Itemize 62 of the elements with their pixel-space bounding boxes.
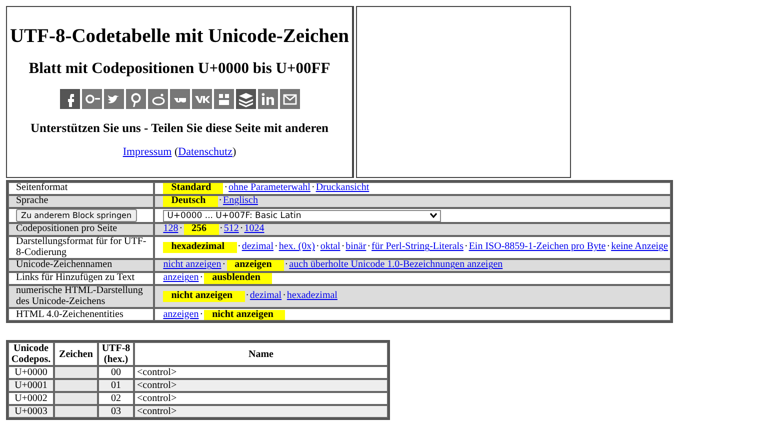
option-link[interactable]: hexadezimal (286, 290, 338, 302)
option-link[interactable]: keine Anzeige (611, 241, 668, 252)
g-plus-share-icon[interactable] (82, 89, 102, 109)
option-label: numerische HTML-Darstellung des Unicode-Zeichens (16, 285, 143, 307)
option-link[interactable]: für Perl-String-Literals (372, 241, 464, 252)
option-link[interactable]: Ein ISO-8859-1-Zeichen pro Byte (468, 241, 606, 252)
in-share-icon[interactable] (258, 89, 278, 109)
name-cell: <control> (134, 392, 388, 406)
option-label: Codepositionen pro Seite (16, 223, 118, 234)
selected-option[interactable]: hexadezimal (163, 242, 237, 253)
selected-option[interactable]: nicht anzeigen (163, 291, 245, 302)
column-header: Name (134, 342, 388, 366)
letter-f-share-icon[interactable] (60, 89, 80, 109)
separator-dot: · (606, 241, 610, 252)
separator-dot: · (464, 241, 468, 252)
column-header: Zeichen (54, 342, 98, 366)
jump-block-button[interactable]: Zu anderem Block springen (16, 209, 137, 222)
envelope-share-icon[interactable] (280, 89, 300, 109)
option-link[interactable]: oktal (320, 241, 340, 252)
separator-dot: · (341, 241, 345, 252)
name-cell: <control> (134, 366, 388, 380)
separator-dot: · (246, 290, 249, 302)
option-label: Unicode-Zeichennamen (16, 259, 112, 270)
option-label: Darstellungsformat für for UTF-8-Codierung (16, 236, 146, 258)
column-header: UTF-8 (hex.) (98, 342, 134, 366)
footer-link[interactable]: Datenschutz (178, 146, 232, 158)
option-link[interactable]: dezimal (242, 241, 274, 252)
utf8-cell: 02 (98, 392, 134, 406)
codepoint-cell: U+0002 (8, 392, 54, 406)
utf8-cell: 01 (98, 379, 134, 392)
page-subtitle: Blatt mit Codepositionen U+0000 bis U+00FF (28, 60, 330, 78)
option-link[interactable]: dezimal (250, 290, 282, 302)
option-label: Seitenformat (16, 182, 68, 194)
block-select[interactable]: U+0000 ... U+007F: Basic Latin (163, 210, 442, 222)
separator-dot: · (282, 290, 286, 302)
separator-dot: · (238, 241, 241, 252)
footer-link[interactable]: Impressum (122, 146, 172, 158)
bracket-text: ( (174, 146, 178, 158)
option-link[interactable]: binär (346, 241, 366, 252)
caret-icon (430, 213, 438, 218)
bird-share-icon[interactable] (104, 89, 124, 109)
stacked-layers-share-icon[interactable] (236, 89, 256, 109)
column-header: Unicode Codepos. (8, 342, 54, 366)
option-label: Sprache (16, 195, 48, 206)
option-label: Links für Hinzufügen zu Text (16, 272, 135, 284)
support-text: Unterstützen Sie uns - Teilen Sie diese Seite mit anderen (30, 121, 329, 136)
option-link[interactable]: hex. (0x) (278, 241, 315, 252)
separator-dot: · (367, 241, 371, 252)
utf8-cell: 00 (98, 366, 134, 380)
name-cell: <control> (134, 405, 388, 418)
utf8-cell: 03 (98, 405, 134, 418)
option-label: HTML 4.0-Zeichenentities (16, 308, 124, 320)
codepoint-cell: U+0003 (8, 405, 54, 418)
codepoint-cell: U+0001 (8, 379, 54, 392)
squares-share-icon[interactable] (214, 89, 234, 109)
v-k-share-icon[interactable] (192, 89, 212, 109)
bracket-text: ) (232, 146, 236, 158)
name-cell: <control> (134, 379, 388, 392)
page-title: UTF-8-Codetabelle mit Unicode-Zeichen (10, 26, 350, 48)
codepoint-cell: U+0000 (8, 366, 54, 380)
separator-dot: · (274, 241, 278, 252)
separator-dot: · (316, 241, 320, 252)
